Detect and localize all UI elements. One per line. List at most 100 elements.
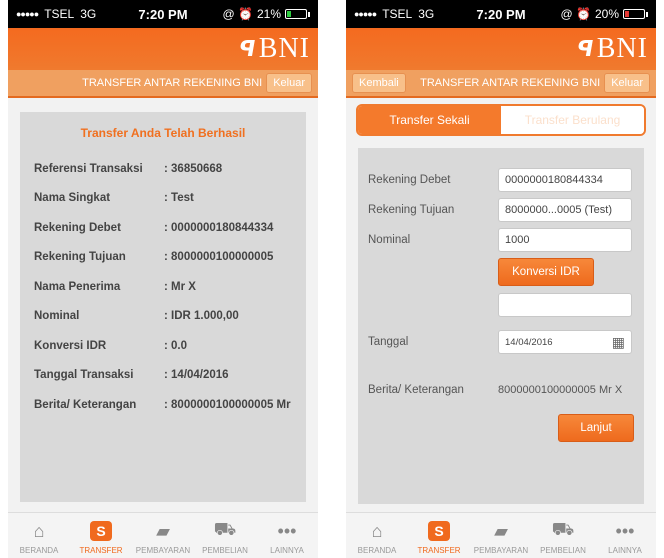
nav-item-beranda[interactable]: ⌂ BERANDA xyxy=(346,513,408,558)
nav-label: BERANDA xyxy=(357,546,397,555)
battery-icon xyxy=(623,9,645,19)
brand-header: ꟼ BNI xyxy=(8,28,318,70)
battery-percent: 21% xyxy=(256,7,281,21)
bni-logo-text: BNI xyxy=(258,33,310,64)
back-button[interactable]: Kembali xyxy=(352,73,406,93)
detail-row: Referensi Transaksi: 36850668 xyxy=(34,154,292,184)
carrier-name: TSEL xyxy=(382,7,413,21)
transfer-type-tabs: Transfer Sekali Transfer Berulang xyxy=(356,104,646,136)
page-title: TRANSFER ANTAR REKENING BNI xyxy=(82,77,263,89)
detail-row: Nama Penerima : Mr X xyxy=(34,272,292,302)
tab-transfer-recurring[interactable]: Transfer Berulang xyxy=(501,106,644,134)
detail-value: : Test xyxy=(164,192,194,205)
nav-item-pembelian[interactable]: ⛟ PEMBELIAN xyxy=(532,513,594,558)
nav-label: LAINNYA xyxy=(270,546,304,555)
bni-logo-text: BNI xyxy=(596,33,648,64)
target-account-label: Rekening Tujuan xyxy=(368,204,455,216)
detail-label: Konversi IDR xyxy=(34,339,107,352)
detail-label: Referensi Transaksi xyxy=(34,162,143,175)
status-bar: ●●●●● TSEL 3G 7:20 PM @ ⏰ 21% xyxy=(8,0,318,28)
bottom-nav: ⌂ BERANDA S TRANSFER ▰ PEMBAYARAN ⛟ PEMBELIAN ••… xyxy=(346,512,656,558)
transfer-form: Rekening Debet 0000000180844334 Rekening… xyxy=(358,148,644,504)
nav-label: PEMBELIAN xyxy=(540,546,586,555)
page-title: TRANSFER ANTAR REKENING BNI xyxy=(420,77,601,89)
battery-percent: 20% xyxy=(594,7,619,21)
calendar-icon[interactable]: ▦ xyxy=(612,334,625,351)
date-label: Tanggal xyxy=(368,336,409,348)
date-value: 14/04/2016 xyxy=(505,336,553,348)
payment-card-icon: ▰ xyxy=(494,520,508,541)
bni-logo-mark-icon: ꟼ xyxy=(236,36,257,62)
date-field[interactable]: 14/04/2016 ▦ xyxy=(498,330,632,354)
signal-dots-icon: ●●●●● xyxy=(354,9,377,19)
convert-idr-button[interactable]: Konversi IDR xyxy=(498,258,594,286)
detail-value: : 0000000180844334 xyxy=(164,221,274,234)
result-title: Transfer Anda Telah Berhasil xyxy=(80,126,246,140)
target-account-field[interactable]: 8000000...0005 (Test) xyxy=(498,198,632,222)
more-dots-icon: ••• xyxy=(615,520,635,541)
brand-header: ꟼ BNI xyxy=(346,28,656,70)
nav-item-beranda[interactable]: ⌂ BERANDA xyxy=(8,513,70,558)
amount-label: Nominal xyxy=(368,234,411,246)
converted-amount-field[interactable] xyxy=(498,293,632,317)
detail-row: Nominal : IDR 1.000,00 xyxy=(34,302,292,332)
transfer-icon: S xyxy=(90,518,112,544)
detail-label: Nama Penerima xyxy=(34,280,121,293)
phone-screen-result: ●●●●● TSEL 3G 7:20 PM @ ⏰ 21% ꟼ BNI TRAN… xyxy=(8,0,318,558)
carrier-name: TSEL xyxy=(44,7,75,21)
detail-label: Rekening Debet xyxy=(34,221,121,234)
alarm-icon: @ ⏰ xyxy=(222,7,253,21)
nav-item-lainnya[interactable]: ••• LAINNYA xyxy=(256,513,318,558)
nav-item-transfer[interactable]: S TRANSFER xyxy=(70,513,132,558)
detail-value: : 0.0 xyxy=(164,339,188,352)
bottom-nav: ⌂ BERANDA S TRANSFER ▰ PEMBAYARAN ⛟ PEMBELIAN ••… xyxy=(8,512,318,558)
bni-logo: ꟼ BNI xyxy=(574,33,648,65)
detail-label: Nominal xyxy=(34,310,80,323)
nav-item-pembelian[interactable]: ⛟ PEMBELIAN xyxy=(194,513,256,558)
detail-row: Rekening Tujuan: 8000000100000005 xyxy=(34,243,292,273)
home-icon: ⌂ xyxy=(33,520,45,541)
shopping-cart-icon: ⛟ xyxy=(551,519,575,539)
debit-account-field[interactable]: 0000000180844334 xyxy=(498,168,632,192)
detail-value: : Mr X xyxy=(164,280,196,293)
nav-item-transfer[interactable]: S TRANSFER xyxy=(408,513,470,558)
nav-label: PEMBAYARAN xyxy=(135,546,191,555)
next-button[interactable]: Lanjut xyxy=(558,414,634,442)
nav-label: LAINNYA xyxy=(608,546,642,555)
tab-transfer-once[interactable]: Transfer Sekali xyxy=(358,106,501,134)
status-bar: ●●●●● TSEL 3G 7:20 PM @ ⏰ 20% xyxy=(346,0,656,28)
amount-field[interactable]: 1000 xyxy=(498,228,632,252)
detail-value: : 8000000100000005 xyxy=(164,251,274,264)
detail-value: : 14/04/2016 xyxy=(164,369,229,382)
alarm-icon: @ ⏰ xyxy=(560,7,591,21)
debit-account-label: Rekening Debet xyxy=(368,174,451,186)
nav-label: PEMBAYARAN xyxy=(473,546,529,555)
bni-logo-mark-icon: ꟼ xyxy=(574,36,595,62)
detail-label: Berita/ Keterangan xyxy=(34,398,137,411)
more-dots-icon: ••• xyxy=(277,520,297,541)
logout-button[interactable]: Keluar xyxy=(266,73,312,93)
payment-card-icon: ▰ xyxy=(156,520,170,541)
transfer-result-card: Transfer Anda Telah Berhasil Referensi T… xyxy=(20,112,306,502)
transfer-icon: S xyxy=(428,518,450,544)
logout-button[interactable]: Keluar xyxy=(604,73,650,93)
nav-item-pembayaran[interactable]: ▰ PEMBAYARAN xyxy=(132,513,194,558)
nav-label: TRANSFER xyxy=(79,546,123,555)
shopping-cart-icon: ⛟ xyxy=(213,519,237,539)
detail-value: : IDR 1.000,00 xyxy=(164,310,239,323)
detail-row: Tanggal Transaksi : 14/04/2016 xyxy=(34,361,292,391)
detail-row: Rekening Debet : 0000000180844334 xyxy=(34,213,292,243)
note-value: 8000000100000005 Mr X xyxy=(498,384,623,396)
note-label: Berita/ Keterangan xyxy=(368,384,464,396)
detail-row: Konversi IDR : 0.0 xyxy=(34,331,292,361)
nav-label: BERANDA xyxy=(19,546,59,555)
detail-value: : 8000000100000005 Mr X xyxy=(164,398,292,411)
signal-dots-icon: ●●●●● xyxy=(16,9,39,19)
detail-row: Berita/ Keterangan : 8000000100000005 Mr … xyxy=(34,390,292,420)
network-type: 3G xyxy=(418,7,435,21)
nav-item-lainnya[interactable]: ••• LAINNYA xyxy=(594,513,656,558)
home-icon: ⌂ xyxy=(371,520,383,541)
nav-label: TRANSFER xyxy=(417,546,461,555)
nav-item-pembayaran[interactable]: ▰ PEMBAYARAN xyxy=(470,513,532,558)
detail-label: Tanggal Transaksi xyxy=(34,369,134,382)
